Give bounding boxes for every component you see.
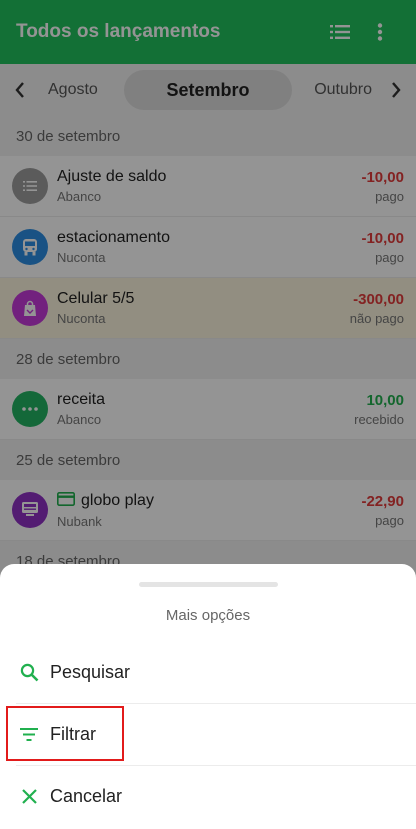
search-option[interactable]: Pesquisar (0, 642, 416, 703)
cancel-option[interactable]: Cancelar (0, 766, 416, 827)
search-option-label: Pesquisar (50, 662, 131, 682)
sheet-title: Mais opções (165, 607, 251, 624)
bottom-sheet: Mais opções Pesquisar Filtrar Cancelar (0, 564, 416, 829)
highlight-box (6, 706, 124, 761)
search-icon (18, 662, 40, 684)
close-icon (18, 786, 40, 808)
drag-handle[interactable] (139, 582, 278, 587)
cancel-option-label: Cancelar (50, 786, 123, 806)
